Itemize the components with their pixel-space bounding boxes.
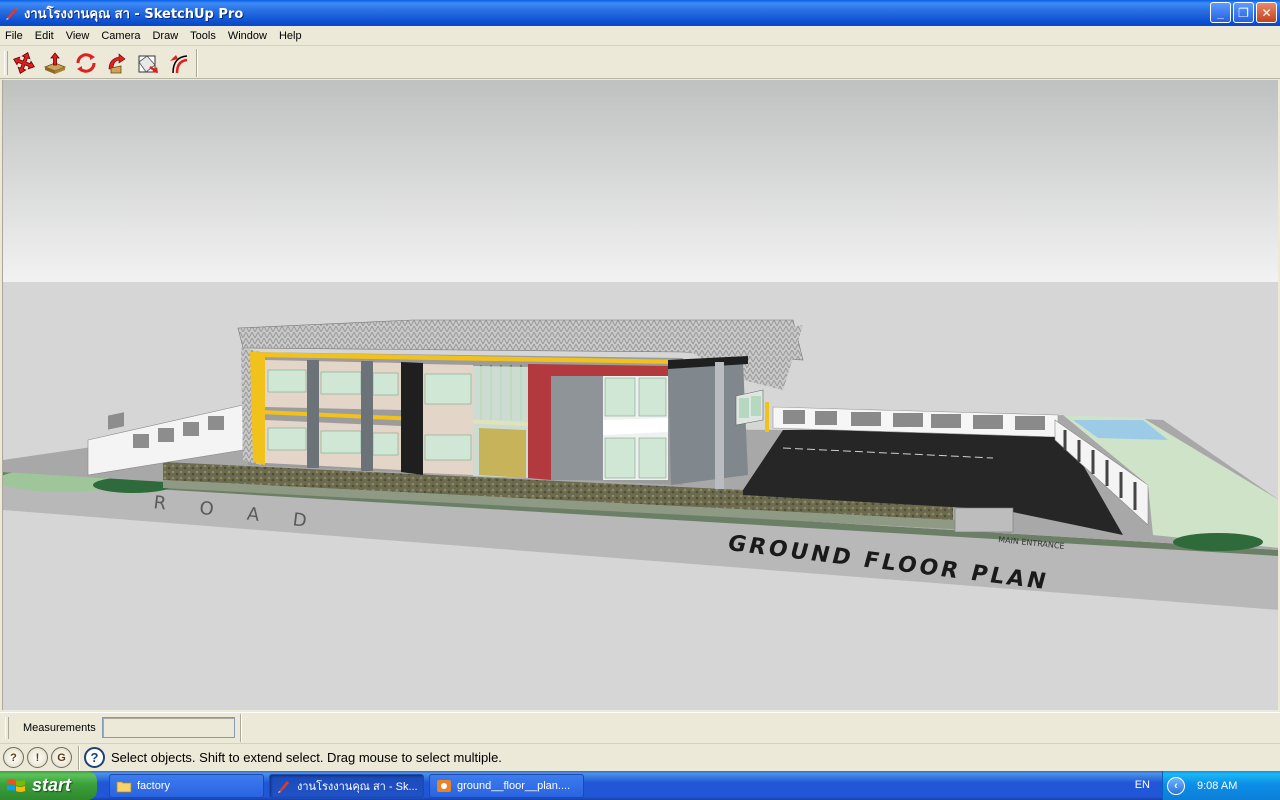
task-image-viewer[interactable]: ground__floor__plan....	[429, 773, 584, 798]
push-pull-tool-button[interactable]	[39, 49, 70, 77]
measurements-label: Measurements	[23, 721, 96, 734]
menu-camera[interactable]: Camera	[95, 26, 146, 46]
status-separator	[78, 745, 80, 770]
credits-icon[interactable]: !	[27, 747, 48, 768]
menu-file[interactable]: File	[0, 26, 29, 46]
offset-tool-button[interactable]	[163, 49, 194, 77]
status-message: Select objects. Shift to extend select. …	[111, 750, 502, 765]
task-label: งานโรงงานคุณ สา - Sk...	[297, 780, 418, 793]
follow-me-icon	[108, 52, 126, 73]
scale-tool-button[interactable]	[132, 49, 163, 77]
close-button[interactable]: ✕	[1256, 2, 1277, 23]
menu-help[interactable]: Help	[273, 26, 308, 46]
yellow-side-accent	[765, 402, 769, 432]
measurements-bar: Measurements	[0, 712, 1280, 742]
push-pull-icon	[43, 51, 66, 74]
task-factory[interactable]: factory	[109, 773, 264, 798]
language-indicator[interactable]: EN	[1135, 771, 1150, 800]
rotate-icon	[75, 52, 96, 73]
task-sketchup[interactable]: งานโรงงานคุณ สา - Sk...	[269, 773, 424, 798]
offset-icon	[169, 54, 187, 73]
edit-toolbar	[0, 47, 1280, 79]
menu-bar: File Edit View Camera Draw Tools Window …	[0, 26, 1280, 46]
sketchup-icon	[278, 780, 289, 793]
taskbar: start factory งานโรงงานคุณ สา - Sk... gr…	[0, 771, 1280, 800]
image-viewer-icon	[437, 779, 451, 792]
side-column	[715, 362, 724, 489]
measurements-separator	[239, 713, 242, 742]
rotate-tool-button[interactable]	[70, 49, 101, 77]
stair-tower	[401, 362, 423, 475]
red-tower	[528, 364, 551, 480]
move-tool-button[interactable]	[8, 49, 39, 77]
user-account-icon[interactable]: G	[51, 747, 72, 768]
status-bar: ? ! G ? Select objects. Shift to extend …	[0, 743, 1280, 771]
minimize-button[interactable]: _	[1210, 2, 1231, 23]
measurements-grip[interactable]	[5, 716, 9, 739]
center-window-block	[423, 364, 473, 475]
title-bar: งานโรงงานคุณ สา - SketchUp Pro _ ❐ ✕	[0, 0, 1280, 26]
follow-me-tool-button[interactable]	[101, 49, 132, 77]
toolbar-separator	[196, 48, 198, 77]
start-label: start	[32, 775, 72, 795]
restore-button[interactable]: ❐	[1233, 2, 1254, 23]
side-balcony	[735, 389, 764, 426]
grey-volume	[551, 376, 603, 480]
window-title: งานโรงงานคุณ สา - SketchUp Pro	[24, 6, 244, 22]
scene-canvas[interactable]: R O A D GROUND FLOOR PLAN MAIN ENTRANCE	[3, 80, 1278, 710]
clock[interactable]: 9:08 AM	[1197, 780, 1237, 792]
menu-edit[interactable]: Edit	[29, 26, 60, 46]
sky-background	[3, 80, 1278, 282]
measurements-input[interactable]	[101, 717, 235, 738]
right-tree-shadow	[1173, 533, 1263, 551]
task-label: factory	[137, 779, 171, 792]
gate-block	[954, 507, 1014, 533]
sketchup-app-icon	[6, 7, 18, 20]
menu-tools[interactable]: Tools	[184, 26, 222, 46]
scale-icon	[137, 54, 158, 73]
geo-location-icon[interactable]: ?	[3, 747, 24, 768]
menu-window[interactable]: Window	[222, 26, 273, 46]
folder-icon	[116, 781, 132, 792]
windows-logo-icon	[7, 778, 25, 792]
menu-draw[interactable]: Draw	[146, 26, 184, 46]
move-icon	[12, 51, 35, 74]
help-icon[interactable]: ?	[84, 747, 105, 768]
show-hidden-icons-icon[interactable]: ‹	[1167, 776, 1185, 795]
start-button[interactable]: start	[0, 771, 97, 800]
model-viewport[interactable]: R O A D GROUND FLOOR PLAN MAIN ENTRANCE	[2, 80, 1278, 710]
entrance-glazing	[603, 376, 668, 480]
menu-view[interactable]: View	[60, 26, 96, 46]
task-label: ground__floor__plan....	[457, 779, 571, 792]
system-tray: ‹ 9:08 AM	[1162, 771, 1280, 800]
lobby-interior	[479, 428, 526, 478]
